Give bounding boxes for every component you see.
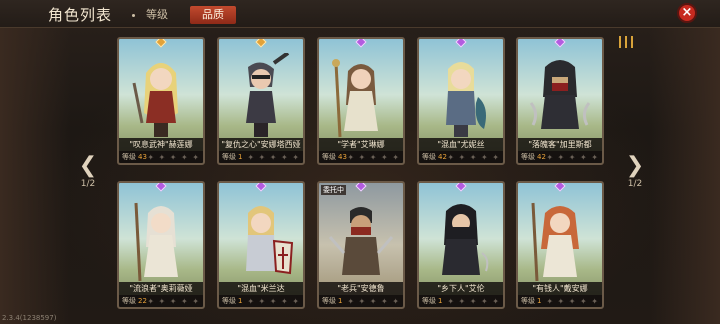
character-card[interactable]: "乡下人"艾伦 等级 1 ✦ ✦ ✦ ✦ ✦ xyxy=(417,181,505,309)
level-value: 1 xyxy=(238,153,243,161)
character-portrait xyxy=(246,206,294,275)
character-card[interactable]: "混血"米兰达 等级 1 ✦ ✦ ✦ ✦ ✦ xyxy=(217,181,305,309)
star-rating: ✦ ✦ ✦ ✦ ✦ xyxy=(347,153,400,162)
character-card[interactable]: "有钱人"戴安娜 等级 1 ✦ ✦ ✦ ✦ ✦ xyxy=(516,181,604,309)
status-tag: 委托中 xyxy=(321,185,346,195)
page-title: 角色列表 xyxy=(48,6,113,24)
character-card[interactable]: "学者"艾琳娜 等级 43 ✦ ✦ ✦ ✦ ✦ xyxy=(317,37,405,165)
page-next-button[interactable]: ❯ 1/2 xyxy=(620,153,650,190)
level-label: 等级 xyxy=(322,297,336,305)
level-label: 等级 xyxy=(422,153,436,161)
right-decoration xyxy=(650,0,720,324)
character-portrait xyxy=(328,207,394,275)
character-portrait xyxy=(132,63,178,137)
character-name: "落魄客"加里斯都 xyxy=(518,138,602,151)
list-icon[interactable] xyxy=(619,36,633,48)
close-button[interactable]: × xyxy=(677,3,697,23)
level-label: 等级 xyxy=(122,153,136,161)
star-rating: ✦ ✦ ✦ ✦ ✦ xyxy=(247,297,300,306)
page-indicator-left: 1/2 xyxy=(80,179,96,189)
level-value: 1 xyxy=(338,297,343,305)
character-name: "混血"尤妮丝 xyxy=(419,138,503,151)
character-card[interactable]: "落魄客"加里斯都 等级 42 ✦ ✦ ✦ ✦ ✦ xyxy=(516,37,604,165)
star-rating: ✦ ✦ ✦ ✦ ✦ xyxy=(147,297,200,306)
level-value: 43 xyxy=(138,153,147,161)
tab-quality[interactable]: 品质 xyxy=(190,6,236,24)
character-portrait xyxy=(246,53,290,137)
level-label: 等级 xyxy=(122,297,136,305)
character-name: "混血"米兰达 xyxy=(219,282,303,295)
character-card[interactable]: "叹息武神"赫莲娜 等级 43 ✦ ✦ ✦ ✦ ✦ xyxy=(117,37,205,165)
character-portrait xyxy=(446,62,486,137)
character-card[interactable]: 委托中 "老兵"安德鲁 等级 1 ✦ ✦ ✦ ✦ ✦ xyxy=(317,181,405,309)
level-value: 42 xyxy=(438,153,447,161)
character-name: "叹息武神"赫莲娜 xyxy=(119,138,203,151)
right-arrow-icon: ❯ xyxy=(625,153,645,178)
left-arrow-icon: ❮ xyxy=(78,153,98,178)
character-portrait xyxy=(134,202,178,282)
character-card[interactable]: "混血"尤妮丝 等级 42 ✦ ✦ ✦ ✦ ✦ xyxy=(417,37,505,165)
level-label: 等级 xyxy=(322,153,336,161)
page-indicator-right: 1/2 xyxy=(627,179,643,189)
star-rating: ✦ ✦ ✦ ✦ ✦ xyxy=(147,153,200,162)
version-label: 2.3.4(1238597) xyxy=(2,314,57,322)
page-prev-button[interactable]: ❮ 1/2 xyxy=(73,153,103,190)
character-name: "老兵"安德鲁 xyxy=(319,282,403,295)
character-card[interactable]: "流浪者"奥莉薇娅 等级 22 ✦ ✦ ✦ ✦ ✦ xyxy=(117,181,205,309)
level-label: 等级 xyxy=(422,297,436,305)
star-rating: ✦ ✦ ✦ ✦ ✦ xyxy=(447,153,500,162)
left-decoration xyxy=(0,0,70,324)
level-value: 43 xyxy=(338,153,347,161)
level-value: 1 xyxy=(238,297,243,305)
level-label: 等级 xyxy=(521,153,535,161)
tab-level[interactable]: 等级 xyxy=(132,6,178,24)
star-rating: ✦ ✦ ✦ ✦ ✦ xyxy=(546,297,599,306)
star-rating: ✦ ✦ ✦ ✦ ✦ xyxy=(347,297,400,306)
level-value: 42 xyxy=(537,153,546,161)
character-name: "复仇之心"安娜塔西娅 xyxy=(219,138,303,151)
character-card[interactable]: "复仇之心"安娜塔西娅 等级 1 ✦ ✦ ✦ ✦ ✦ xyxy=(217,37,305,165)
character-name: "有钱人"戴安娜 xyxy=(518,282,602,295)
level-value: 22 xyxy=(138,297,147,305)
header-bar: 角色列表 等级 品质 × xyxy=(0,0,720,28)
star-rating: ✦ ✦ ✦ ✦ ✦ xyxy=(447,297,500,306)
character-portrait xyxy=(332,59,378,138)
character-name: "学者"艾琳娜 xyxy=(319,138,403,151)
character-name: "乡下人"艾伦 xyxy=(419,282,503,295)
character-portrait xyxy=(529,60,591,129)
level-label: 等级 xyxy=(222,297,236,305)
level-value: 1 xyxy=(537,297,542,305)
character-portrait xyxy=(531,202,579,282)
character-name: "流浪者"奥莉薇娅 xyxy=(119,282,203,295)
star-rating: ✦ ✦ ✦ ✦ ✦ xyxy=(546,153,599,162)
level-value: 1 xyxy=(438,297,443,305)
star-rating: ✦ ✦ ✦ ✦ ✦ xyxy=(247,153,300,162)
character-portrait xyxy=(442,204,489,275)
level-label: 等级 xyxy=(222,153,236,161)
level-label: 等级 xyxy=(521,297,535,305)
